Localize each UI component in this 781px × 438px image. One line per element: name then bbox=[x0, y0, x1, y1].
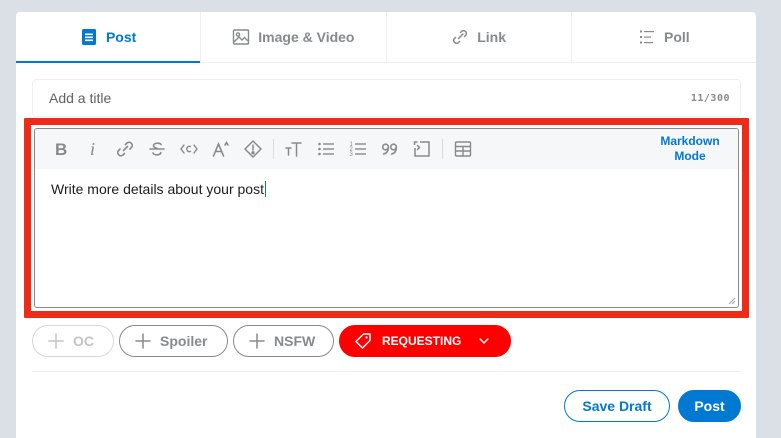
text-caret bbox=[264, 181, 266, 197]
oc-tag-button[interactable]: OC bbox=[32, 325, 114, 357]
inline-code-button[interactable] bbox=[173, 134, 205, 164]
numbered-list-icon: 123 bbox=[350, 142, 366, 158]
plus-icon bbox=[249, 333, 265, 349]
editor-placeholder: Write more details about your post bbox=[51, 181, 264, 197]
spoiler-icon bbox=[244, 140, 262, 158]
bold-icon: B bbox=[55, 140, 67, 159]
image-icon bbox=[233, 29, 250, 45]
numbered-list-button[interactable]: 123 bbox=[342, 134, 374, 164]
inline-code-icon bbox=[180, 144, 198, 154]
toolbar-divider bbox=[442, 139, 443, 159]
post-icon bbox=[81, 29, 96, 45]
bold-button[interactable]: B bbox=[45, 134, 77, 164]
footer-divider bbox=[32, 371, 741, 372]
tab-post[interactable]: Post bbox=[16, 12, 202, 63]
table-button[interactable] bbox=[447, 134, 479, 164]
tab-image-video[interactable]: Image & Video bbox=[201, 12, 387, 62]
flair-label: REQUESTING bbox=[382, 334, 462, 348]
quote-block-icon bbox=[381, 143, 398, 155]
post-button[interactable]: Post bbox=[678, 390, 741, 422]
toolbar-divider bbox=[273, 139, 274, 159]
editor-body-text[interactable]: Write more details about your post bbox=[51, 181, 266, 197]
strikethrough-button[interactable] bbox=[141, 134, 173, 164]
chevron-down-icon bbox=[479, 338, 489, 344]
spoiler-tag-label: Spoiler bbox=[160, 333, 208, 349]
spoiler-tag-button[interactable]: Spoiler bbox=[119, 325, 228, 357]
post-type-tabs: Post Image & Video Link Poll bbox=[16, 12, 756, 63]
superscript-icon bbox=[212, 140, 229, 157]
resize-handle-icon[interactable] bbox=[728, 297, 736, 305]
svg-text:B: B bbox=[55, 140, 67, 159]
editor-toolbar: B i 1 2 3 Markdown Mode bbox=[35, 129, 738, 169]
save-draft-button[interactable]: Save Draft bbox=[564, 390, 670, 422]
markdown-mode-button[interactable]: Markdown Mode bbox=[652, 134, 728, 164]
link-icon bbox=[453, 29, 468, 45]
plus-icon bbox=[135, 333, 151, 349]
heading-icon bbox=[285, 142, 302, 157]
poll-icon bbox=[640, 30, 655, 44]
nsfw-tag-button[interactable]: NSFW bbox=[233, 325, 334, 357]
title-character-counter: 11/300 bbox=[690, 93, 730, 104]
tab-link[interactable]: Link bbox=[387, 12, 572, 62]
heading-button[interactable] bbox=[278, 134, 310, 164]
spoiler-button[interactable] bbox=[237, 134, 269, 164]
italic-button[interactable]: i bbox=[77, 134, 109, 164]
svg-text:3: 3 bbox=[350, 152, 354, 158]
oc-tag-label: OC bbox=[73, 333, 94, 349]
superscript-button[interactable] bbox=[205, 134, 237, 164]
link-icon bbox=[117, 141, 133, 157]
flair-dropdown-button[interactable]: REQUESTING bbox=[339, 325, 511, 357]
tab-image-video-label: Image & Video bbox=[258, 29, 355, 45]
rich-text-editor[interactable]: B i 1 2 3 Markdown Mode Write more detai… bbox=[34, 128, 739, 308]
tag-icon bbox=[355, 333, 371, 349]
quote-block-button[interactable] bbox=[374, 134, 406, 164]
title-input[interactable] bbox=[33, 80, 673, 116]
tab-post-label: Post bbox=[105, 29, 137, 45]
code-block-button[interactable] bbox=[406, 134, 438, 164]
strikethrough-icon bbox=[149, 142, 165, 156]
title-field: 11/300 bbox=[32, 79, 741, 117]
italic-icon: i bbox=[90, 139, 95, 159]
link-button[interactable] bbox=[109, 134, 141, 164]
plus-icon bbox=[48, 333, 64, 349]
svg-text:i: i bbox=[90, 139, 95, 159]
tab-link-label: Link bbox=[477, 29, 507, 45]
table-icon bbox=[454, 141, 472, 157]
bulleted-list-icon bbox=[318, 142, 334, 156]
nsfw-tag-label: NSFW bbox=[274, 333, 316, 349]
tab-poll-label: Poll bbox=[664, 29, 690, 45]
code-block-icon bbox=[413, 141, 430, 157]
create-post-card: Post Image & Video Link Poll 11/300 B i bbox=[16, 12, 756, 438]
tab-poll[interactable]: Poll bbox=[572, 12, 756, 62]
post-tags-row: OC Spoiler NSFW REQUESTING bbox=[32, 325, 511, 357]
bulleted-list-button[interactable] bbox=[310, 134, 342, 164]
